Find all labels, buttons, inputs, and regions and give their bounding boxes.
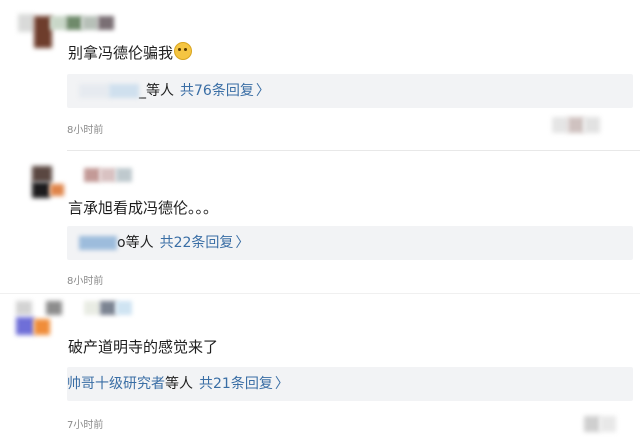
reply-suffix: 等人 [165,376,193,392]
chevron-right-icon: 〉 [235,235,250,251]
comment-text: 言承旭看成冯德伦。。。 [68,199,219,217]
chevron-right-icon: 〉 [274,376,289,392]
comment-item: 别拿冯德伦骗我 _等人 共76条回复〉 8小时前 [0,0,640,151]
grin-emoji-icon [174,42,193,60]
reply-summary[interactable]: o等人 共22条回复〉 [67,226,633,260]
username[interactable] [50,16,114,30]
chevron-right-icon: 〉 [255,83,270,99]
reply-summary[interactable]: _等人 共76条回复〉 [67,74,633,108]
replier-name [79,236,117,250]
reply-suffix: _等人 [139,83,174,99]
action-icons[interactable] [552,117,600,133]
timestamp: 7小时前 [67,420,104,431]
username[interactable] [84,168,132,182]
reply-count-link[interactable]: 共76条回复〉 [180,74,270,108]
timestamp: 8小时前 [67,125,104,136]
replier-name[interactable]: 帅哥十级研究者 [67,367,165,401]
comment-text: 别拿冯德伦骗我 [68,42,193,63]
replier-name [109,84,139,98]
reply-count-link[interactable]: 共21条回复〉 [199,367,289,401]
divider [0,293,640,294]
timestamp: 8小时前 [67,276,104,287]
reply-suffix: o等人 [117,235,154,251]
replier-name [79,84,109,98]
reply-count-link[interactable]: 共22条回复〉 [160,226,250,260]
action-icons[interactable] [584,416,616,432]
username[interactable] [84,301,132,315]
comment-item: 破产道明寺的感觉来了 帅哥十级研究者 等人 共21条回复〉 7小时前 [0,295,640,438]
comment-text: 破产道明寺的感觉来了 [68,338,219,356]
reply-summary[interactable]: 帅哥十级研究者 等人 共21条回复〉 [67,367,633,401]
comment-item: 言承旭看成冯德伦。。。 o等人 共22条回复〉 8小时前 [0,150,640,295]
